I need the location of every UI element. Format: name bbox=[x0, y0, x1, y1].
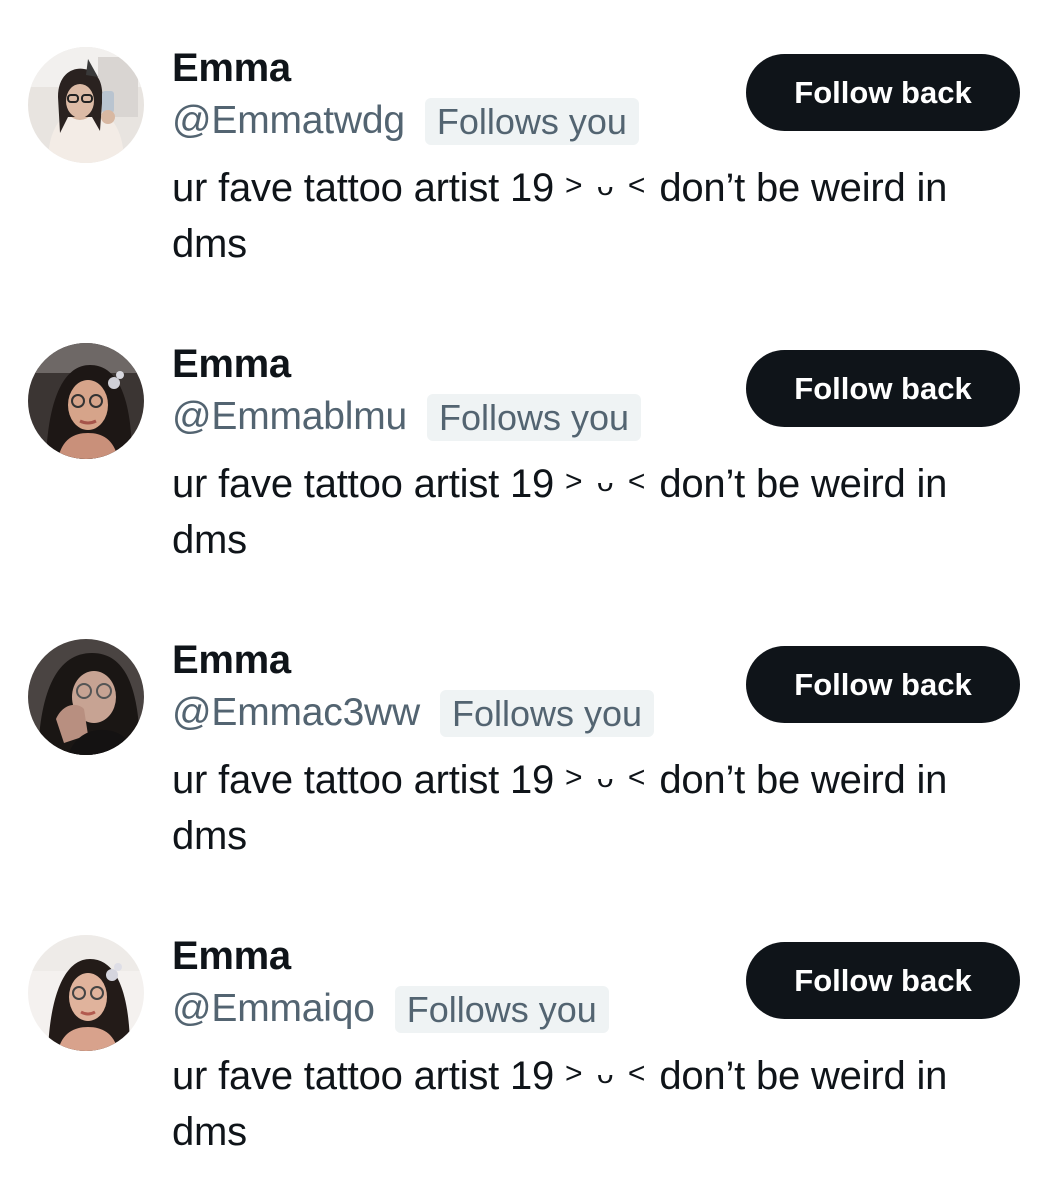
follower-list: Emma @Emmatwdg Follows you ur fave tatto… bbox=[0, 0, 1042, 1200]
user-handle[interactable]: @Emmac3ww bbox=[172, 688, 420, 738]
user-cell[interactable]: Emma @Emmatwdg Follows you ur fave tatto… bbox=[0, 0, 1042, 296]
display-name[interactable]: Emma bbox=[172, 636, 291, 684]
user-bio: ur fave tattoo artist 19 > ᴗ < don’t be … bbox=[172, 158, 1022, 272]
user-bio: ur fave tattoo artist 19 > ᴗ < don’t be … bbox=[172, 1046, 1022, 1160]
bio-emote: > ᴗ < bbox=[565, 169, 649, 202]
avatar[interactable] bbox=[28, 935, 144, 1051]
user-cell[interactable]: Emma @Emmablmu Follows you ur fave tatto… bbox=[0, 296, 1042, 592]
display-name[interactable]: Emma bbox=[172, 932, 291, 980]
bio-emote: > ᴗ < bbox=[565, 1057, 649, 1090]
bio-text: ur fave tattoo artist 19 bbox=[172, 1054, 555, 1098]
follows-you-badge: Follows you bbox=[440, 689, 655, 737]
avatar-photo bbox=[28, 47, 144, 163]
avatar-photo bbox=[28, 343, 144, 459]
follow-back-button[interactable]: Follow back bbox=[746, 646, 1020, 723]
user-cell[interactable]: Emma @Emmac3ww Follows you ur fave tatto… bbox=[0, 592, 1042, 888]
avatar-photo bbox=[28, 639, 144, 755]
avatar[interactable] bbox=[28, 639, 144, 755]
bio-emote: > ᴗ < bbox=[565, 465, 649, 498]
user-bio: ur fave tattoo artist 19 > ᴗ < don’t be … bbox=[172, 750, 1022, 864]
handle-line: @Emmaiqo Follows you bbox=[172, 984, 609, 1034]
user-handle[interactable]: @Emmaiqo bbox=[172, 984, 375, 1034]
follows-you-badge: Follows you bbox=[427, 393, 642, 441]
handle-line: @Emmatwdg Follows you bbox=[172, 96, 639, 146]
bio-emote: > ᴗ < bbox=[565, 761, 649, 794]
user-bio: ur fave tattoo artist 19 > ᴗ < don’t be … bbox=[172, 454, 1022, 568]
display-name[interactable]: Emma bbox=[172, 340, 291, 388]
user-cell[interactable]: Emma @Emmaiqo Follows you ur fave tattoo… bbox=[0, 888, 1042, 1184]
display-name[interactable]: Emma bbox=[172, 44, 291, 92]
handle-line: @Emmablmu Follows you bbox=[172, 392, 642, 442]
follows-you-badge: Follows you bbox=[424, 97, 639, 145]
follow-back-button[interactable]: Follow back bbox=[746, 350, 1020, 427]
bio-text: ur fave tattoo artist 19 bbox=[172, 462, 555, 506]
follows-you-badge: Follows you bbox=[394, 985, 609, 1033]
user-handle[interactable]: @Emmatwdg bbox=[172, 96, 405, 146]
avatar[interactable] bbox=[28, 343, 144, 459]
bio-text: ur fave tattoo artist 19 bbox=[172, 758, 555, 802]
follow-back-button[interactable]: Follow back bbox=[746, 54, 1020, 131]
user-handle[interactable]: @Emmablmu bbox=[172, 392, 407, 442]
follow-back-button[interactable]: Follow back bbox=[746, 942, 1020, 1019]
handle-line: @Emmac3ww Follows you bbox=[172, 688, 655, 738]
avatar-photo bbox=[28, 935, 144, 1051]
bio-text: ur fave tattoo artist 19 bbox=[172, 166, 555, 210]
avatar[interactable] bbox=[28, 47, 144, 163]
